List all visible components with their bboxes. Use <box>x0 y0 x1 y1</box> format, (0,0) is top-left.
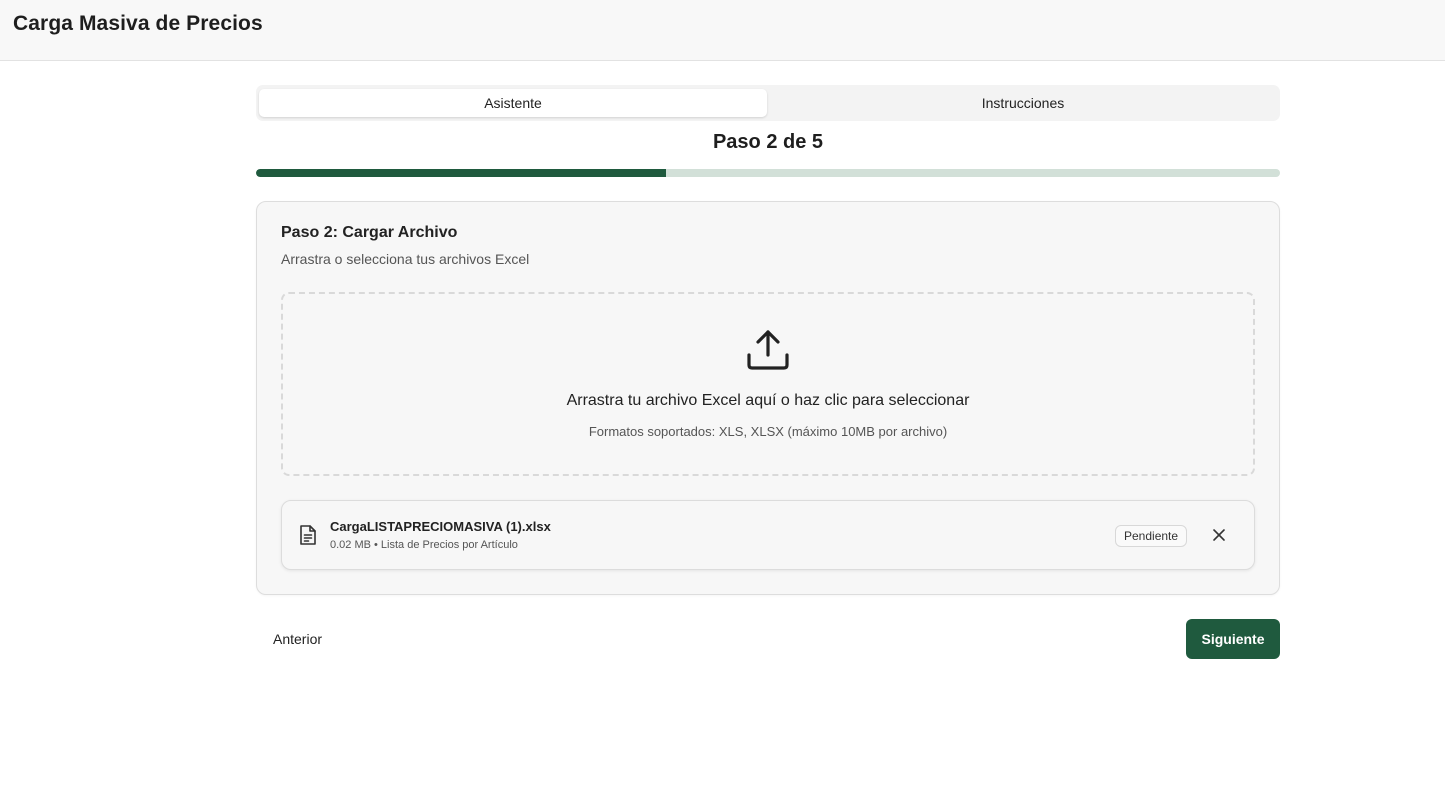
file-name: CargaLISTAPRECIOMASIVA (1).xlsx <box>330 519 551 534</box>
upload-icon <box>747 330 789 370</box>
file-text-icon <box>300 525 316 545</box>
status-badge: Pendiente <box>1115 525 1188 547</box>
top-header: Carga Masiva de Precios <box>0 0 1445 61</box>
step-indicator: Paso 2 de 5 <box>712 131 824 153</box>
previous-button[interactable]: Anterior <box>260 619 335 659</box>
close-icon[interactable] <box>1211 527 1227 543</box>
card-subtitle: Arrastra o selecciona tus archivos Excel <box>281 251 530 267</box>
tab-list: Asistente Instrucciones <box>256 85 1280 121</box>
dropzone-main-text: Arrastra tu archivo Excel aquí o haz cli… <box>566 392 970 409</box>
page-title: Carga Masiva de Precios <box>13 12 263 35</box>
progress-bar <box>256 169 1280 177</box>
upload-card: Paso 2: Cargar Archivo Arrastra o selecc… <box>256 201 1280 595</box>
card-title: Paso 2: Cargar Archivo <box>281 224 458 241</box>
wizard-footer: Anterior Siguiente <box>256 619 1280 660</box>
file-meta: 0.02 MB • Lista de Precios por Artículo <box>330 539 518 551</box>
next-button[interactable]: Siguiente <box>1186 619 1280 659</box>
tab-asistente[interactable]: Asistente <box>259 89 767 117</box>
progress-bar-fill <box>256 169 666 177</box>
dropzone-formats-text: Formatos soportados: XLS, XLSX (máximo 1… <box>588 424 948 439</box>
uploaded-file-item: CargaLISTAPRECIOMASIVA (1).xlsx 0.02 MB … <box>281 500 1255 570</box>
tab-instrucciones[interactable]: Instrucciones <box>769 89 1277 117</box>
wizard-container: Asistente Instrucciones Paso 2 de 5 Paso… <box>256 85 1280 660</box>
file-dropzone[interactable]: Arrastra tu archivo Excel aquí o haz cli… <box>281 292 1255 476</box>
